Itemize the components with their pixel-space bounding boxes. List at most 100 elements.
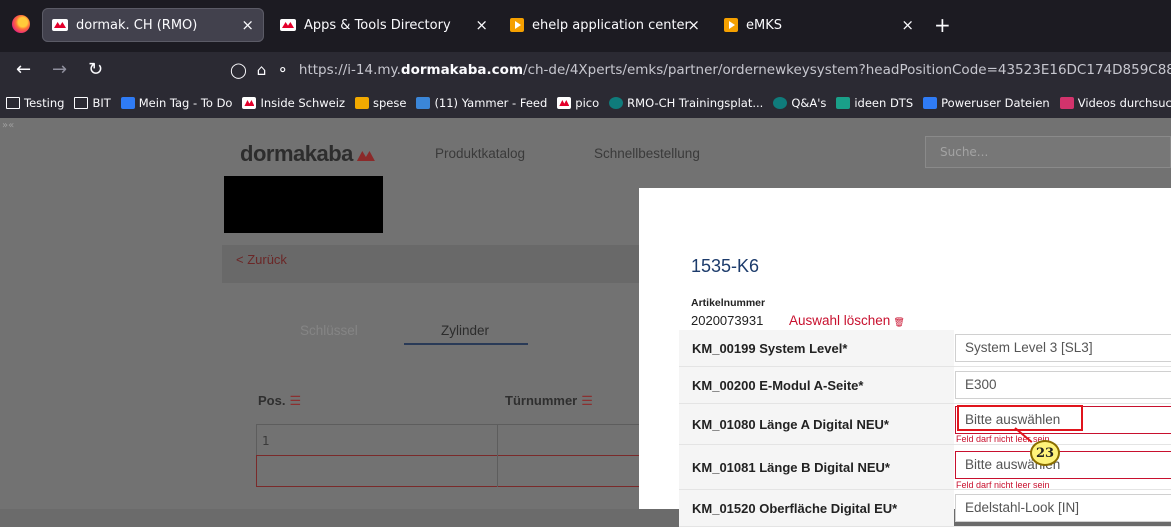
bookmark-testing[interactable]: Testing <box>6 96 64 110</box>
cell-divider <box>497 455 498 487</box>
configuration-modal: 1535-K6 Artikelnummer 2020073931 Auswahl… <box>639 188 1171 527</box>
property-row: KM_00199 System Level* System Level 3 [S… <box>679 330 1171 367</box>
close-tab-icon[interactable]: × <box>901 16 914 34</box>
column-header-pos[interactable]: Pos. ☰ <box>258 393 301 409</box>
redacted-block <box>224 176 383 233</box>
bookmark-qa[interactable]: Q&A's <box>773 96 826 110</box>
url-host: dormakaba.com <box>400 62 524 78</box>
laenge-b-select[interactable]: Bitte auswählen <box>955 451 1171 479</box>
dormakaba-icon <box>242 97 257 109</box>
back-arrow-icon[interactable]: ← <box>16 59 31 80</box>
dormakaba-mark-icon <box>356 151 375 161</box>
tools-icon <box>923 97 938 109</box>
tab-label: eMKS <box>746 17 782 33</box>
property-label: KM_00200 E-Modul A-Seite* <box>679 367 954 403</box>
back-link[interactable]: < Zurück <box>236 252 287 267</box>
column-header-tuernummer[interactable]: Türnummer ☰ <box>505 393 593 409</box>
bookmark-inside-schweiz[interactable]: Inside Schweiz <box>242 96 345 110</box>
row-position: 1 <box>262 434 270 448</box>
new-tab-icon[interactable]: + <box>934 13 951 37</box>
bookmark-mein-tag[interactable]: Mein Tag - To Do <box>120 96 233 110</box>
dormakaba-icon <box>52 19 68 31</box>
tab-schluessel[interactable]: Schlüssel <box>300 323 358 338</box>
table-row[interactable] <box>256 424 656 456</box>
bookmark-bit[interactable]: BIT <box>74 96 111 110</box>
close-tab-icon[interactable]: × <box>475 16 488 34</box>
tab-ehelp[interactable]: ehelp application center × <box>500 8 710 42</box>
oberflaeche-select[interactable]: Edelstahl-Look [IN] <box>955 494 1171 522</box>
bookmark-rmo-training[interactable]: RMO-CH Trainingsplat... <box>609 96 763 110</box>
clear-selection-label: Auswahl löschen <box>789 313 891 328</box>
system-level-select[interactable]: System Level 3 [SL3] <box>955 334 1171 362</box>
bookmark-label: Q&A's <box>791 96 827 110</box>
yammer-icon <box>416 97 431 109</box>
nav-schnellbestellung[interactable]: Schnellbestellung <box>594 146 700 161</box>
browser-tab-bar: dormak. CH (RMO) × Apps & Tools Director… <box>0 0 1171 52</box>
bookmark-label: Mein Tag - To Do <box>138 96 233 110</box>
property-row: KM_00200 E-Modul A-Seite* E300 <box>679 367 1171 404</box>
browser-nav-bar: ← → ↻ ◯ ⌂ ⚬ https://i-14.my. dormakaba.co… <box>0 52 1171 88</box>
bookmark-label: RMO-CH Trainingsplat... <box>627 96 764 110</box>
bookmark-spese[interactable]: spese <box>355 96 406 110</box>
e-modul-select[interactable]: E300 <box>955 371 1171 399</box>
bookmark-pico[interactable]: pico <box>557 96 599 110</box>
modal-title: 1535-K6 <box>691 256 760 276</box>
bookmark-poweruser[interactable]: Poweruser Dateien <box>923 96 1050 110</box>
active-tab-indicator <box>404 343 528 345</box>
property-label: KM_01080 Länge A Digital NEU* <box>679 404 954 444</box>
dormakaba-logo[interactable]: dormakaba <box>240 141 375 167</box>
brand-text: dormakaba <box>240 141 353 166</box>
tab-emks[interactable]: eMKS × <box>714 8 924 42</box>
tab-label: dormak. CH (RMO) <box>76 17 198 33</box>
callout-badge: 23 <box>1030 440 1060 466</box>
property-label: KM_00199 System Level* <box>679 330 954 366</box>
nav-produktkatalog[interactable]: Produktkatalog <box>435 146 525 161</box>
article-number-value: 2020073931 <box>691 313 764 328</box>
permissions-icon[interactable]: ⚬ <box>276 61 289 79</box>
table-row[interactable] <box>256 455 656 487</box>
shield-icon[interactable]: ◯ <box>230 61 247 79</box>
property-label: KM_01520 Oberfläche Digital EU* <box>679 490 954 526</box>
property-label: KM_01081 Länge B Digital NEU* <box>679 445 954 489</box>
bookmark-videos[interactable]: Videos durchsuchen | ... <box>1059 96 1171 110</box>
address-bar[interactable]: ◯ ⌂ ⚬ https://i-14.my. dormakaba.com/ch-d… <box>230 57 1171 83</box>
search-input[interactable]: Suche... <box>925 136 1171 168</box>
url-prefix: https://i-14.my. <box>298 62 401 78</box>
close-tab-icon[interactable]: × <box>687 16 700 34</box>
firefox-menu-icon[interactable] <box>12 15 30 33</box>
bookmarks-bar: Testing BIT Mein Tag - To Do Inside Schw… <box>0 88 1171 118</box>
bookmark-label: ideen DTS <box>854 96 914 110</box>
tab-apps-tools[interactable]: Apps & Tools Directory × <box>270 8 498 42</box>
property-row: KM_01081 Länge B Digital NEU* Bitte ausw… <box>679 445 1171 490</box>
column-label: Pos. <box>258 393 286 408</box>
bookmark-label: Inside Schweiz <box>260 96 345 110</box>
lock-icon[interactable]: ⌂ <box>257 61 267 79</box>
column-label: Türnummer <box>505 393 578 408</box>
bookmark-yammer[interactable]: (11) Yammer - Feed <box>416 96 547 110</box>
folder-icon <box>74 97 89 109</box>
highlight-box <box>957 405 1083 431</box>
clear-selection-button[interactable]: Auswahl löschen 🗑 <box>789 313 905 328</box>
collapse-sidebar-icon[interactable]: »« <box>2 120 14 131</box>
reload-icon[interactable]: ↻ <box>88 59 103 80</box>
tab-dormak-ch[interactable]: dormak. CH (RMO) × <box>42 8 264 42</box>
filter-icon[interactable]: ☰ <box>289 393 301 408</box>
close-tab-icon[interactable]: × <box>241 16 254 34</box>
stream-icon <box>1059 97 1074 109</box>
sharepoint-icon <box>609 97 624 109</box>
tab-label: Apps & Tools Directory <box>304 17 451 33</box>
property-row: KM_01080 Länge A Digital NEU* Bitte ausw… <box>679 404 1171 445</box>
forward-arrow-icon[interactable]: → <box>52 59 67 80</box>
bookmark-label: (11) Yammer - Feed <box>434 96 548 110</box>
filter-icon[interactable]: ☰ <box>581 393 593 408</box>
spese-icon <box>355 97 369 109</box>
bookmark-label: spese <box>373 96 407 110</box>
tab-zylinder[interactable]: Zylinder <box>441 323 489 338</box>
forms-icon <box>836 97 851 109</box>
trash-icon: 🗑 <box>893 317 905 327</box>
play-icon <box>724 18 738 32</box>
article-number-label: Artikelnummer <box>691 297 766 309</box>
bookmark-ideen-dts[interactable]: ideen DTS <box>836 96 913 110</box>
bookmark-label: Poweruser Dateien <box>941 96 1050 110</box>
todo-check-icon <box>120 97 135 109</box>
